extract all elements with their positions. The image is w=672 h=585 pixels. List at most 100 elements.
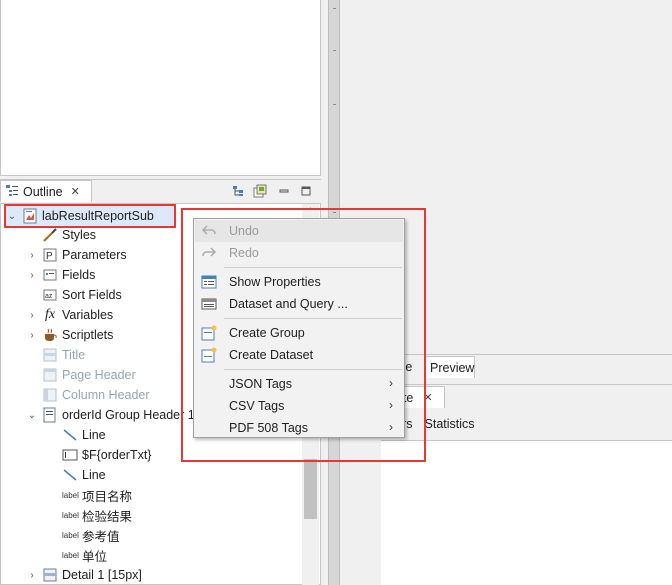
tree-item-styles[interactable]: Styles xyxy=(42,225,96,245)
create-group-icon xyxy=(201,325,217,341)
chevron-right-icon[interactable]: › xyxy=(26,570,38,581)
chevron-right-icon[interactable]: › xyxy=(26,250,38,261)
maximize-icon[interactable] xyxy=(298,183,314,199)
tab-preview[interactable]: Preview xyxy=(425,356,475,378)
tree-item-fields[interactable]: › Fields xyxy=(26,265,95,285)
menu-item-undo[interactable]: Undo xyxy=(195,220,403,242)
tab-outline[interactable]: Outline ✕ xyxy=(0,180,92,202)
tree-layout-icon[interactable] xyxy=(230,183,246,199)
tree-item-label: 单位 xyxy=(82,549,108,564)
tree-item-static-label[interactable]: label 项目名称 xyxy=(62,485,132,505)
tree-item-label: Title xyxy=(62,348,86,362)
menu-separator xyxy=(224,369,402,370)
menu-item-label: Create Group xyxy=(229,326,305,340)
scrollbar-thumb[interactable] xyxy=(304,459,317,519)
tree-item-label: 检验结果 xyxy=(82,509,133,524)
chevron-down-icon[interactable]: ⌄ xyxy=(26,410,38,421)
tree-item-static-label[interactable]: label 参考值 xyxy=(62,525,120,545)
dataset-query-icon xyxy=(201,296,217,312)
tree-item-label: labResultReportSub xyxy=(42,209,154,223)
menu-item-label: Show Properties xyxy=(229,275,321,289)
tree-item-detail[interactable]: › Detail 1 [15px] xyxy=(26,565,142,585)
label-icon: label xyxy=(62,510,79,520)
tree-item-textfield[interactable]: $F{orderTxt} xyxy=(62,445,151,465)
menu-item-label: CSV Tags xyxy=(229,399,285,413)
menu-item-dataset-query[interactable]: Dataset and Query ... xyxy=(195,293,403,315)
label-icon: label xyxy=(62,550,79,560)
menu-item-label: PDF 508 Tags xyxy=(229,421,308,435)
menu-item-show-properties[interactable]: Show Properties xyxy=(195,271,403,293)
tree-item-label: $F{orderTxt} xyxy=(82,448,152,462)
scriptlets-coffee-icon xyxy=(42,327,58,343)
tree-item-line[interactable]: Line xyxy=(62,465,106,485)
chevron-right-icon[interactable]: › xyxy=(26,310,38,321)
tree-item-line[interactable]: Line xyxy=(62,425,106,445)
tree-item-label: Styles xyxy=(62,228,97,242)
menu-item-csv-tags[interactable]: CSV Tags › xyxy=(195,395,403,417)
submenu-arrow-icon: › xyxy=(389,398,393,412)
redo-icon xyxy=(201,245,217,261)
tree-item-label: Scriptlets xyxy=(62,328,114,342)
tree-item-label: Line xyxy=(82,468,106,482)
palette-panel xyxy=(0,0,321,176)
tree-item-scriptlets[interactable]: › Scriptlets xyxy=(26,325,113,345)
band-icon xyxy=(42,567,58,583)
tree-item-label: Variables xyxy=(62,308,114,322)
tab-preview-label: Preview xyxy=(430,360,475,375)
minimize-icon[interactable] xyxy=(276,183,292,199)
menu-item-create-group[interactable]: Create Group xyxy=(195,322,403,344)
parameters-icon: P xyxy=(42,247,58,263)
tree-item-static-label[interactable]: label 检验结果 xyxy=(62,505,132,525)
chevron-right-icon[interactable]: › xyxy=(26,270,38,281)
tree-item-label: Page Header xyxy=(62,368,136,382)
svg-text:P: P xyxy=(46,251,53,262)
properties-icon xyxy=(201,274,217,290)
tree-item-variables[interactable]: › fx Variables xyxy=(26,305,113,325)
tree-item-label: Sort Fields xyxy=(62,288,122,302)
sort-fields-icon: az xyxy=(42,287,58,303)
tree-item-label: Fields xyxy=(62,268,96,282)
thumbnail-view-icon[interactable] xyxy=(252,183,268,199)
context-menu[interactable]: Undo Redo Show Properties Dataset and Qu… xyxy=(193,218,405,438)
line-icon xyxy=(62,467,78,483)
tree-item-parameters[interactable]: › P Parameters xyxy=(26,245,127,265)
statistics-tab[interactable]: Statistics xyxy=(425,417,475,431)
close-icon[interactable]: ✕ xyxy=(71,185,80,198)
menu-item-label: JSON Tags xyxy=(229,377,292,391)
band-icon xyxy=(42,387,58,403)
outline-icon xyxy=(5,183,19,200)
label-icon: label xyxy=(62,490,79,500)
menu-item-label: Redo xyxy=(229,246,259,260)
menu-item-label: Create Dataset xyxy=(229,348,314,362)
label-icon: label xyxy=(62,530,79,540)
tree-item-column-header[interactable]: Column Header xyxy=(42,385,150,405)
menu-item-create-dataset[interactable]: Create Dataset xyxy=(195,344,403,366)
band-icon xyxy=(42,367,58,383)
fields-icon xyxy=(42,267,58,283)
tree-item-label: 项目名称 xyxy=(82,489,133,504)
menu-item-label: Undo xyxy=(229,224,259,238)
tree-item-page-header[interactable]: Page Header xyxy=(42,365,136,385)
tree-item-label: Parameters xyxy=(62,248,127,262)
tree-item-static-label[interactable]: label 单位 xyxy=(62,545,107,565)
menu-item-json-tags[interactable]: JSON Tags › xyxy=(195,373,403,395)
tree-item-sort-fields[interactable]: az Sort Fields xyxy=(42,285,122,305)
svg-text:az: az xyxy=(45,293,53,300)
menu-item-pdf508-tags[interactable]: PDF 508 Tags › xyxy=(195,417,403,439)
undo-icon xyxy=(201,223,217,239)
chevron-right-icon[interactable]: › xyxy=(26,330,38,341)
styles-brush-icon xyxy=(42,227,58,243)
tree-item-group-header[interactable]: ⌄ orderId Group Header 1 [ xyxy=(26,405,202,425)
submenu-arrow-icon: › xyxy=(389,420,393,434)
outline-tab-label: Outline xyxy=(23,184,63,199)
chevron-down-icon[interactable]: ⌄ xyxy=(6,211,18,222)
tree-item-title[interactable]: Title xyxy=(42,345,85,365)
line-icon xyxy=(62,427,78,443)
textfield-icon xyxy=(62,447,78,463)
menu-separator xyxy=(224,318,402,319)
report-icon xyxy=(22,208,38,224)
menu-item-redo[interactable]: Redo xyxy=(195,242,403,264)
group-header-icon xyxy=(42,407,58,423)
tree-item-label: Detail 1 [15px] xyxy=(62,568,142,582)
tree-item-label: Column Header xyxy=(62,388,150,402)
